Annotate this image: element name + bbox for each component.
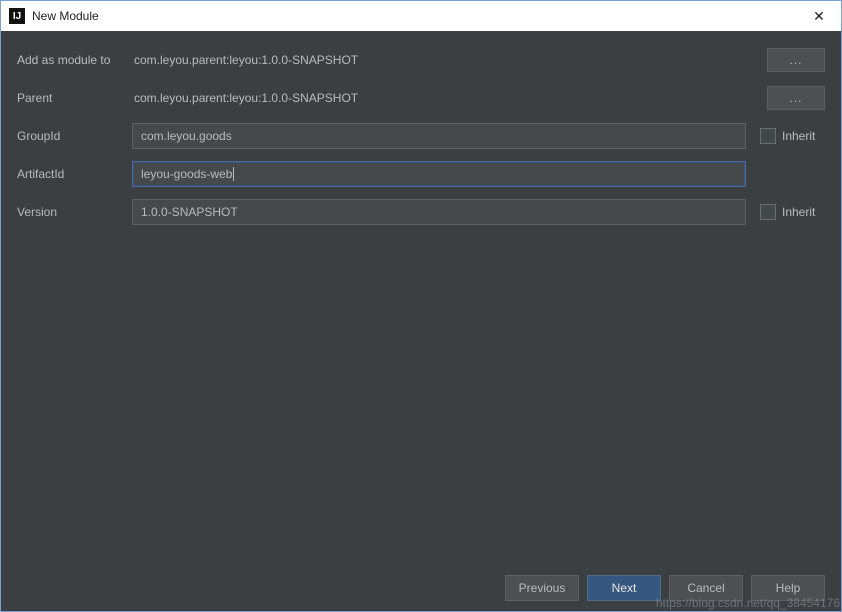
browse-parent-button[interactable]: ... — [767, 86, 825, 110]
inherit-version-checkbox[interactable] — [760, 204, 776, 220]
browse-add-as-module-button[interactable]: ... — [767, 48, 825, 72]
dialog-window: IJ New Module ✕ Add as module to com.ley… — [0, 0, 842, 612]
group-id-input[interactable] — [132, 123, 746, 149]
content-spacer — [17, 237, 825, 567]
close-icon[interactable]: ✕ — [805, 6, 833, 26]
dialog-body: Add as module to com.leyou.parent:leyou:… — [1, 31, 841, 611]
label-add-as-module-to: Add as module to — [17, 53, 132, 67]
titlebar: IJ New Module ✕ — [1, 1, 841, 31]
cancel-button[interactable]: Cancel — [669, 575, 743, 601]
row-artifact-id: ArtifactId leyou-goods-web Inherit — [17, 161, 825, 187]
row-group-id: GroupId Inherit — [17, 123, 825, 149]
artifact-id-input[interactable]: leyou-goods-web — [132, 161, 746, 187]
value-parent: com.leyou.parent:leyou:1.0.0-SNAPSHOT — [132, 91, 757, 105]
button-bar: Previous Next Cancel Help — [17, 567, 825, 601]
label-group-id: GroupId — [17, 129, 132, 143]
inherit-version-wrap: Inherit — [760, 204, 825, 220]
label-artifact-id: ArtifactId — [17, 167, 132, 181]
value-add-as-module-to: com.leyou.parent:leyou:1.0.0-SNAPSHOT — [132, 53, 757, 67]
text-cursor-icon — [233, 167, 234, 181]
row-version: Version Inherit — [17, 199, 825, 225]
window-title: New Module — [32, 9, 805, 23]
row-add-as-module-to: Add as module to com.leyou.parent:leyou:… — [17, 47, 825, 73]
previous-button[interactable]: Previous — [505, 575, 579, 601]
inherit-group-id-label: Inherit — [782, 129, 815, 143]
label-version: Version — [17, 205, 132, 219]
app-icon: IJ — [9, 8, 25, 24]
next-button[interactable]: Next — [587, 575, 661, 601]
row-parent: Parent com.leyou.parent:leyou:1.0.0-SNAP… — [17, 85, 825, 111]
inherit-group-id-checkbox[interactable] — [760, 128, 776, 144]
version-input[interactable] — [132, 199, 746, 225]
inherit-group-id-wrap: Inherit — [760, 128, 825, 144]
label-parent: Parent — [17, 91, 132, 105]
artifact-id-value: leyou-goods-web — [141, 167, 232, 181]
inherit-version-label: Inherit — [782, 205, 815, 219]
help-button[interactable]: Help — [751, 575, 825, 601]
